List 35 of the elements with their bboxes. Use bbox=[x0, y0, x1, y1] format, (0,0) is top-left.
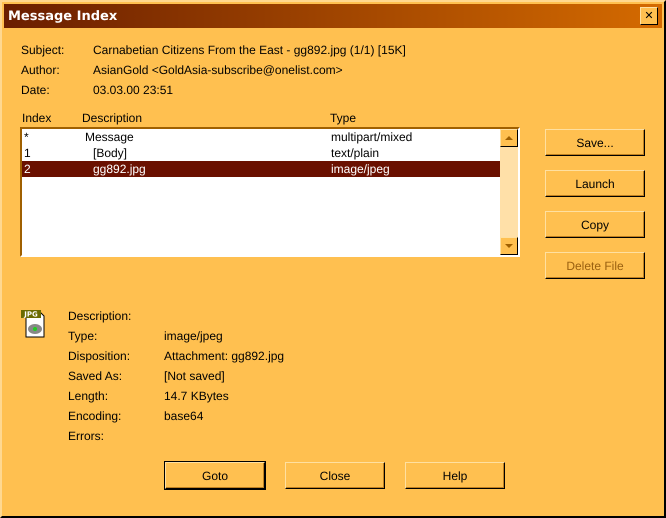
detail-value: 14.7 KBytes bbox=[164, 389, 230, 404]
detail-label: Encoding: bbox=[68, 409, 122, 424]
close-button[interactable]: ✕ bbox=[640, 7, 658, 25]
window-title: Message Index bbox=[8, 8, 118, 24]
scroll-down-icon[interactable] bbox=[500, 237, 518, 255]
field-value: AsianGold <GoldAsia-subscribe@onelist.com> bbox=[93, 63, 344, 77]
detail-label: Description: bbox=[68, 309, 132, 324]
field-label: Date: bbox=[21, 83, 51, 97]
column-header: Index bbox=[21, 111, 52, 127]
detail-label: Length: bbox=[68, 389, 110, 404]
detail-label: Disposition: bbox=[68, 349, 132, 364]
detail-label: Saved As: bbox=[68, 369, 124, 384]
scrollbar[interactable] bbox=[500, 129, 518, 255]
detail-value: image/jpeg bbox=[164, 329, 224, 344]
field-label: Author: bbox=[21, 63, 61, 77]
list-row[interactable]: 1 [Body] text/plain bbox=[22, 145, 500, 161]
field-label: Subject: bbox=[21, 43, 66, 57]
detail-label: Type: bbox=[68, 329, 98, 344]
dialog-button[interactable]: Goto bbox=[165, 462, 265, 489]
list-row[interactable]: * Message multipart/mixed bbox=[22, 129, 500, 145]
action-button[interactable]: Save... bbox=[545, 129, 645, 156]
detail-value: Attachment: gg892.jpg bbox=[164, 349, 284, 364]
dialog-button[interactable]: Close bbox=[285, 462, 385, 489]
column-header: Description bbox=[82, 111, 144, 127]
column-header: Type bbox=[330, 111, 358, 127]
list-row[interactable]: 2 gg892.jpg image/jpeg bbox=[22, 161, 500, 177]
field-value: 03.03.00 23:51 bbox=[93, 83, 174, 97]
dialog-button[interactable]: Help bbox=[405, 462, 505, 489]
scroll-up-icon[interactable] bbox=[500, 129, 518, 147]
detail-value: [Not saved] bbox=[164, 369, 226, 384]
field-value: Carnabetian Citizens From the East - gg892.jpg (1/1) [15K] bbox=[93, 43, 407, 57]
action-button[interactable]: Launch bbox=[545, 170, 645, 197]
detail-label: Errors: bbox=[68, 429, 105, 444]
detail-value: base64 bbox=[164, 409, 204, 424]
action-button[interactable]: Copy bbox=[545, 211, 645, 238]
